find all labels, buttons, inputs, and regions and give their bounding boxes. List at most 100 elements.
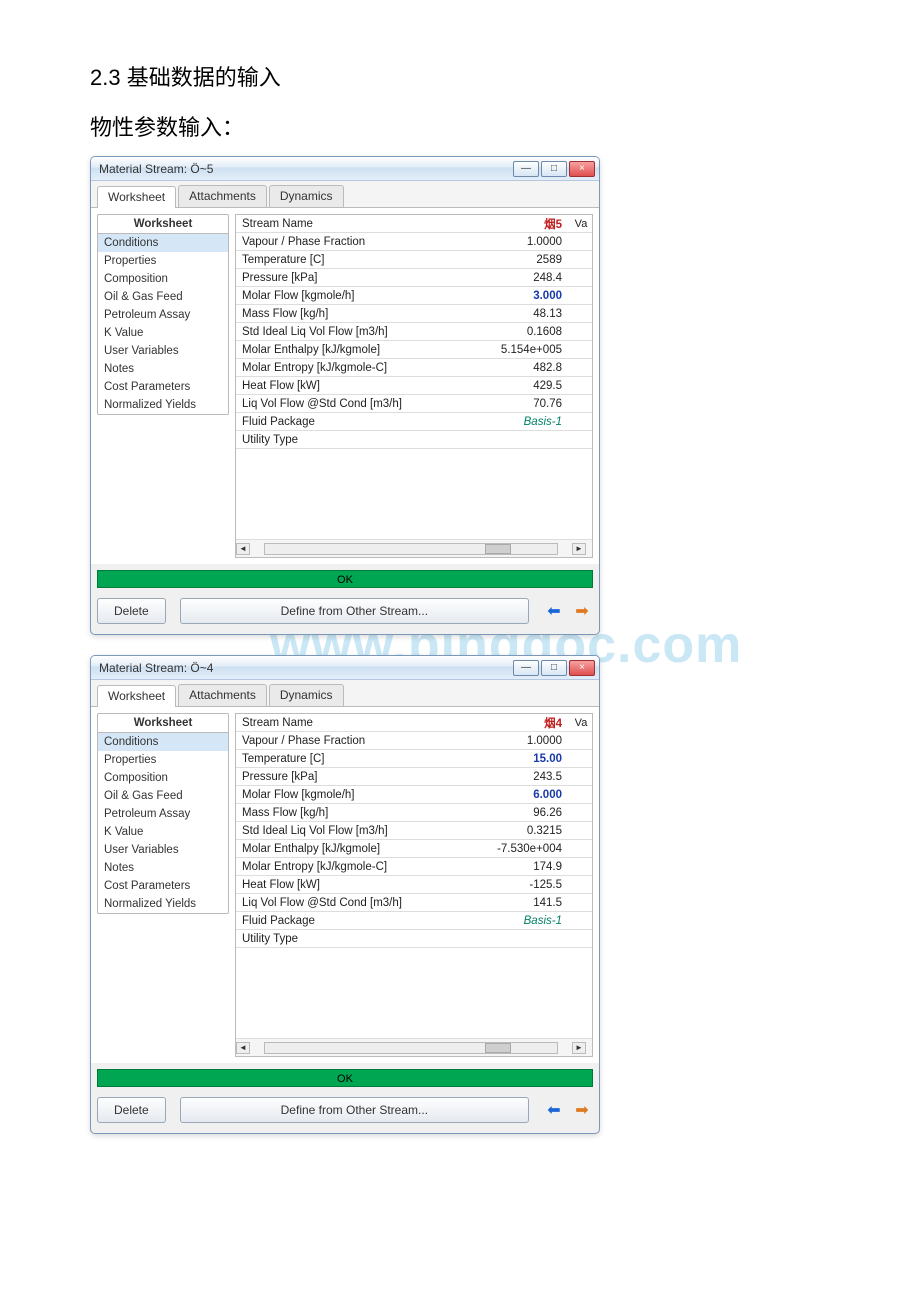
grid-row: Liq Vol Flow @Std Cond [m3/h]141.5: [236, 894, 592, 912]
scroll-track[interactable]: [264, 543, 558, 555]
side-item-conditions[interactable]: Conditions: [98, 733, 228, 751]
grid-key: Vapour / Phase Fraction: [236, 236, 432, 248]
tab-dynamics[interactable]: Dynamics: [269, 185, 344, 207]
scroll-thumb[interactable]: [485, 544, 511, 554]
side-item-notes[interactable]: Notes: [98, 360, 228, 378]
side-item-oilgasfeed[interactable]: Oil & Gas Feed: [98, 787, 228, 805]
minimize-button[interactable]: —: [513, 660, 539, 676]
side-item-properties[interactable]: Properties: [98, 252, 228, 270]
side-item-petroleum[interactable]: Petroleum Assay: [98, 805, 228, 823]
nav-prev-icon[interactable]: ⬅: [543, 601, 565, 621]
grid-col2-header: Va: [570, 218, 592, 230]
grid-key: Std Ideal Liq Vol Flow [m3/h]: [236, 825, 432, 837]
grid-key: Mass Flow [kg/h]: [236, 807, 432, 819]
grid-value[interactable]: 141.5: [432, 897, 570, 909]
grid-key: Utility Type: [236, 933, 432, 945]
material-stream-window-1: Material Stream: Ö~5 — □ × Worksheet Att…: [90, 156, 600, 635]
side-item-uservars[interactable]: User Variables: [98, 841, 228, 859]
grid-value[interactable]: 174.9: [432, 861, 570, 873]
side-item-kvalue[interactable]: K Value: [98, 324, 228, 342]
grid-hscrollbar[interactable]: ◄►: [236, 1038, 592, 1056]
grid-row: Utility Type: [236, 930, 592, 948]
window-body: Worksheet Conditions Properties Composit…: [91, 707, 599, 1063]
grid-value[interactable]: 3.000: [432, 290, 570, 302]
delete-button[interactable]: Delete: [97, 598, 166, 624]
grid-value[interactable]: -125.5: [432, 879, 570, 891]
tab-worksheet[interactable]: Worksheet: [97, 685, 176, 707]
side-item-uservars[interactable]: User Variables: [98, 342, 228, 360]
grid-value[interactable]: 1.0000: [432, 735, 570, 747]
side-item-properties[interactable]: Properties: [98, 751, 228, 769]
grid-key: Molar Flow [kgmole/h]: [236, 789, 432, 801]
side-item-normyields[interactable]: Normalized Yields: [98, 895, 228, 913]
nav-next-icon[interactable]: ➡: [571, 601, 593, 621]
tab-attachments[interactable]: Attachments: [178, 185, 267, 207]
grid-value[interactable]: 0.1608: [432, 326, 570, 338]
scroll-thumb[interactable]: [485, 1043, 511, 1053]
grid-empty-area: [236, 449, 592, 539]
close-button[interactable]: ×: [569, 660, 595, 676]
grid-value[interactable]: 482.8: [432, 362, 570, 374]
maximize-button[interactable]: □: [541, 660, 567, 676]
grid-row: Mass Flow [kg/h]48.13: [236, 305, 592, 323]
side-item-oilgasfeed[interactable]: Oil & Gas Feed: [98, 288, 228, 306]
tab-dynamics[interactable]: Dynamics: [269, 684, 344, 706]
grid-value[interactable]: 248.4: [432, 272, 570, 284]
material-stream-window-2: Material Stream: Ö~4 — □ × Worksheet Att…: [90, 655, 600, 1134]
scroll-right-icon[interactable]: ►: [572, 1042, 586, 1054]
side-item-normyields[interactable]: Normalized Yields: [98, 396, 228, 414]
close-button[interactable]: ×: [569, 161, 595, 177]
grid-row: Vapour / Phase Fraction1.0000: [236, 233, 592, 251]
grid-value[interactable]: 243.5: [432, 771, 570, 783]
grid-value[interactable]: 96.26: [432, 807, 570, 819]
grid-value[interactable]: 6.000: [432, 789, 570, 801]
side-item-conditions[interactable]: Conditions: [98, 234, 228, 252]
grid-value[interactable]: Basis-1: [432, 915, 570, 927]
status-ok-bar: OK: [97, 1069, 593, 1087]
side-item-kvalue[interactable]: K Value: [98, 823, 228, 841]
grid-key: Heat Flow [kW]: [236, 380, 432, 392]
grid-value-header[interactable]: 烟4: [432, 715, 570, 731]
tab-worksheet[interactable]: Worksheet: [97, 186, 176, 208]
grid-value[interactable]: Basis-1: [432, 416, 570, 428]
grid-row: Std Ideal Liq Vol Flow [m3/h]0.3215: [236, 822, 592, 840]
scroll-track[interactable]: [264, 1042, 558, 1054]
window-body: Worksheet Conditions Properties Composit…: [91, 208, 599, 564]
nav-next-icon[interactable]: ➡: [571, 1100, 593, 1120]
tab-attachments[interactable]: Attachments: [178, 684, 267, 706]
side-item-costparams[interactable]: Cost Parameters: [98, 378, 228, 396]
grid-row: Liq Vol Flow @Std Cond [m3/h]70.76: [236, 395, 592, 413]
grid-value[interactable]: -7.530e+004: [432, 843, 570, 855]
grid-value[interactable]: 1.0000: [432, 236, 570, 248]
grid-hscrollbar[interactable]: ◄►: [236, 539, 592, 557]
grid-value[interactable]: 70.76: [432, 398, 570, 410]
define-from-other-button[interactable]: Define from Other Stream...: [180, 598, 529, 624]
side-item-composition[interactable]: Composition: [98, 270, 228, 288]
section-subheading: 物性参数输入：: [90, 110, 830, 142]
side-list: Conditions Properties Composition Oil & …: [97, 733, 229, 914]
minimize-button[interactable]: —: [513, 161, 539, 177]
grid-value[interactable]: 2589: [432, 254, 570, 266]
side-item-petroleum[interactable]: Petroleum Assay: [98, 306, 228, 324]
scroll-right-icon[interactable]: ►: [572, 543, 586, 555]
grid-value[interactable]: 5.154e+005: [432, 344, 570, 356]
grid-value[interactable]: 429.5: [432, 380, 570, 392]
maximize-button[interactable]: □: [541, 161, 567, 177]
side-panel-title: Worksheet: [97, 713, 229, 733]
side-item-composition[interactable]: Composition: [98, 769, 228, 787]
grid-value[interactable]: 48.13: [432, 308, 570, 320]
grid-key: Pressure [kPa]: [236, 272, 432, 284]
grid-value-header[interactable]: 烟5: [432, 216, 570, 232]
grid-value[interactable]: 15.00: [432, 753, 570, 765]
side-item-costparams[interactable]: Cost Parameters: [98, 877, 228, 895]
side-item-notes[interactable]: Notes: [98, 859, 228, 877]
nav-prev-icon[interactable]: ⬅: [543, 1100, 565, 1120]
define-from-other-button[interactable]: Define from Other Stream...: [180, 1097, 529, 1123]
grid-key: Molar Entropy [kJ/kgmole-C]: [236, 362, 432, 374]
grid-key: Std Ideal Liq Vol Flow [m3/h]: [236, 326, 432, 338]
scroll-left-icon[interactable]: ◄: [236, 543, 250, 555]
delete-button[interactable]: Delete: [97, 1097, 166, 1123]
scroll-left-icon[interactable]: ◄: [236, 1042, 250, 1054]
grid-row: Molar Enthalpy [kJ/kgmole]5.154e+005: [236, 341, 592, 359]
grid-value[interactable]: 0.3215: [432, 825, 570, 837]
